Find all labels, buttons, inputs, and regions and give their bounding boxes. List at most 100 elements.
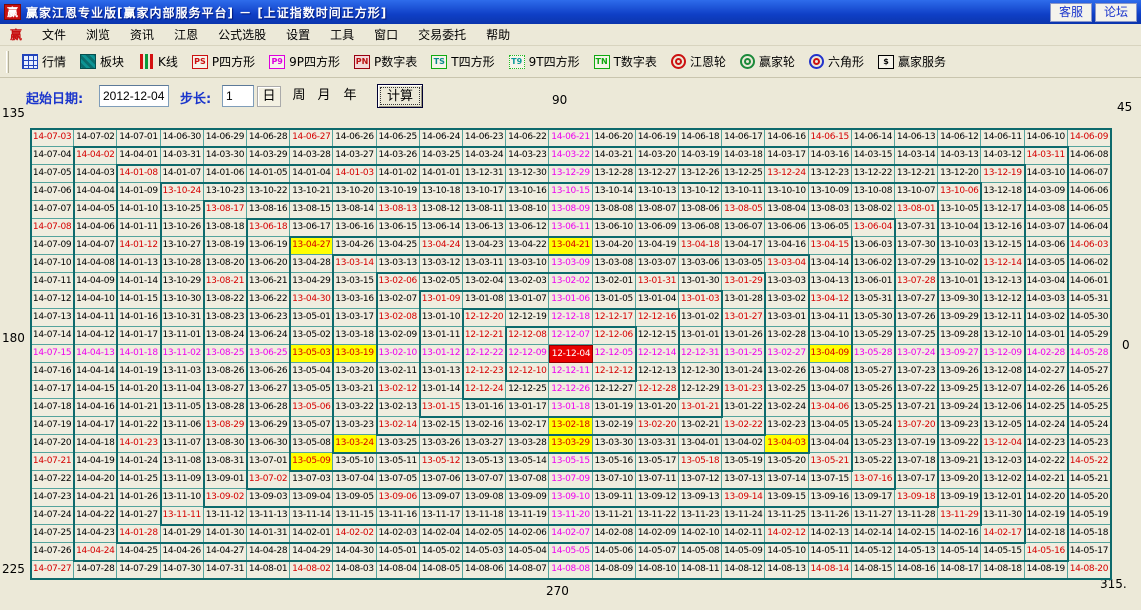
gann-cell: 14-06-04 bbox=[1068, 219, 1111, 237]
menu-item[interactable]: 窗口 bbox=[364, 26, 408, 44]
toolbar-button[interactable]: $赢家服务 bbox=[871, 49, 953, 75]
menu-item[interactable]: 工具 bbox=[320, 26, 364, 44]
gann-cell: 14-07-30 bbox=[161, 561, 204, 579]
gann-cell: 14-05-10 bbox=[765, 543, 808, 561]
gann-cell: 14-06-16 bbox=[765, 129, 808, 147]
gann-cell: 13-05-16 bbox=[593, 453, 636, 471]
gann-cell: 13-07-24 bbox=[895, 345, 938, 363]
gann-cell: 14-07-17 bbox=[31, 381, 74, 399]
gann-cell: 14-04-01 bbox=[117, 147, 160, 165]
gann-cell: 14-07-22 bbox=[31, 471, 74, 489]
gann-cell: 13-09-20 bbox=[938, 471, 981, 489]
toolbar-button[interactable]: K线 bbox=[131, 49, 185, 75]
gann-cell: 14-04-14 bbox=[74, 363, 117, 381]
gann-cell: 12-12-16 bbox=[636, 309, 679, 327]
menu-item[interactable]: 资讯 bbox=[120, 26, 164, 44]
gann-cell: 14-07-29 bbox=[117, 561, 160, 579]
compute-button[interactable]: 计算 bbox=[377, 84, 423, 108]
gann-cell: 13-11-22 bbox=[636, 507, 679, 525]
menu-item[interactable]: 浏览 bbox=[76, 26, 120, 44]
gann-cell: 14-06-01 bbox=[1068, 273, 1111, 291]
gann-cell: 14-01-09 bbox=[117, 183, 160, 201]
gann-cell: 13-09-29 bbox=[938, 309, 981, 327]
gann-cell: 13-05-28 bbox=[852, 345, 895, 363]
toolbar-button[interactable]: TST四方形 bbox=[424, 49, 501, 75]
start-date-input[interactable] bbox=[99, 85, 169, 107]
sector-blocks-icon bbox=[80, 54, 96, 69]
gann-cell: 13-07-18 bbox=[895, 453, 938, 471]
menu-item[interactable]: 江恩 bbox=[164, 26, 208, 44]
gann-time-square: 14-07-0314-07-0214-07-0114-06-3014-06-29… bbox=[30, 128, 1112, 580]
gann-cell: 14-05-03 bbox=[463, 543, 506, 561]
gann-cell: 13-05-19 bbox=[722, 453, 765, 471]
gann-cell: 14-02-13 bbox=[809, 525, 852, 543]
titlebar-button-forum[interactable]: 论坛 bbox=[1095, 3, 1137, 22]
gann-cell: 12-12-27 bbox=[593, 381, 636, 399]
gann-cell: 13-02-06 bbox=[377, 273, 420, 291]
menu-item[interactable]: 文件 bbox=[32, 26, 76, 44]
gann-cell: 13-01-25 bbox=[722, 345, 765, 363]
gann-cell: 14-01-18 bbox=[117, 345, 160, 363]
menu-item[interactable]: 公式选股 bbox=[208, 26, 276, 44]
toolbar-button[interactable]: 六角形 bbox=[802, 49, 871, 75]
gann-cell: 13-09-01 bbox=[204, 471, 247, 489]
gann-cell: 13-05-09 bbox=[290, 453, 333, 471]
gann-cell: 14-06-10 bbox=[1025, 129, 1068, 147]
gann-cell: 13-11-20 bbox=[549, 507, 592, 525]
gann-cell: 14-04-28 bbox=[247, 543, 290, 561]
gann-cell: 13-12-12 bbox=[981, 291, 1024, 309]
gann-cell: 13-12-21 bbox=[895, 165, 938, 183]
gann-cell: 13-07-02 bbox=[247, 471, 290, 489]
gann-cell: 13-07-22 bbox=[895, 381, 938, 399]
menu-item[interactable]: 帮助 bbox=[476, 26, 520, 44]
gann-cell: 13-10-31 bbox=[161, 309, 204, 327]
gann-cell: 13-06-05 bbox=[809, 219, 852, 237]
gann-cell: 13-10-13 bbox=[636, 183, 679, 201]
toolbar-button[interactable]: TNT数字表 bbox=[587, 49, 664, 75]
toolbar-button[interactable]: PSP四方形 bbox=[185, 49, 262, 75]
gann-cell: 13-11-18 bbox=[463, 507, 506, 525]
gann-cell: 13-06-14 bbox=[420, 219, 463, 237]
gann-cell: 13-03-04 bbox=[765, 255, 808, 273]
gann-cell: 13-12-24 bbox=[765, 165, 808, 183]
gann-cell: 14-02-05 bbox=[463, 525, 506, 543]
gann-cell: 14-06-05 bbox=[1068, 201, 1111, 219]
gann-cell: 13-04-19 bbox=[636, 237, 679, 255]
toolbar-button[interactable]: 行情 bbox=[15, 49, 73, 75]
toolbar-button[interactable]: 板块 bbox=[73, 49, 131, 75]
unit-button-日[interactable]: 日 bbox=[257, 86, 281, 107]
gann-cell: 14-04-20 bbox=[74, 471, 117, 489]
menu-item[interactable]: 交易委托 bbox=[408, 26, 476, 44]
toolbar-button[interactable]: T99T四方形 bbox=[502, 49, 587, 75]
gann-cell: 13-07-30 bbox=[895, 237, 938, 255]
gann-cell: 13-11-27 bbox=[852, 507, 895, 525]
gann-cell: 13-04-08 bbox=[809, 363, 852, 381]
unit-button-年[interactable]: 年 bbox=[338, 86, 362, 107]
gann-cell: 13-09-15 bbox=[765, 489, 808, 507]
menu-item[interactable]: 设置 bbox=[276, 26, 320, 44]
toolbar-button[interactable]: P99P四方形 bbox=[262, 49, 347, 75]
gann-cell: 12-12-07 bbox=[549, 327, 592, 345]
gann-cell: 13-07-14 bbox=[765, 471, 808, 489]
gann-cell: 14-07-25 bbox=[31, 525, 74, 543]
gann-cell: 13-04-13 bbox=[809, 273, 852, 291]
gann-cell: 14-02-18 bbox=[1025, 525, 1068, 543]
gann-cell: 14-02-06 bbox=[506, 525, 549, 543]
gann-cell: 14-08-05 bbox=[420, 561, 463, 579]
gann-cell: 13-11-15 bbox=[333, 507, 376, 525]
toolbar-button[interactable]: PNP数字表 bbox=[347, 49, 424, 75]
toolbar-button[interactable]: 赢家轮 bbox=[733, 49, 802, 75]
gann-cell: 14-06-24 bbox=[420, 129, 463, 147]
titlebar-button-service[interactable]: 客服 bbox=[1050, 3, 1092, 22]
gann-cell: 14-03-29 bbox=[247, 147, 290, 165]
unit-button-月[interactable]: 月 bbox=[312, 86, 336, 107]
toolbar-button[interactable]: 江恩轮 bbox=[664, 49, 733, 75]
gann-cell: 13-06-12 bbox=[506, 219, 549, 237]
unit-button-周[interactable]: 周 bbox=[287, 86, 311, 107]
gann-cell: 14-06-26 bbox=[333, 129, 376, 147]
gann-cell: 13-01-20 bbox=[636, 399, 679, 417]
step-input[interactable] bbox=[222, 85, 254, 107]
gann-cell: 13-03-24 bbox=[333, 435, 376, 453]
gann-cell: 13-07-25 bbox=[895, 327, 938, 345]
gann-cell: 13-01-21 bbox=[679, 399, 722, 417]
